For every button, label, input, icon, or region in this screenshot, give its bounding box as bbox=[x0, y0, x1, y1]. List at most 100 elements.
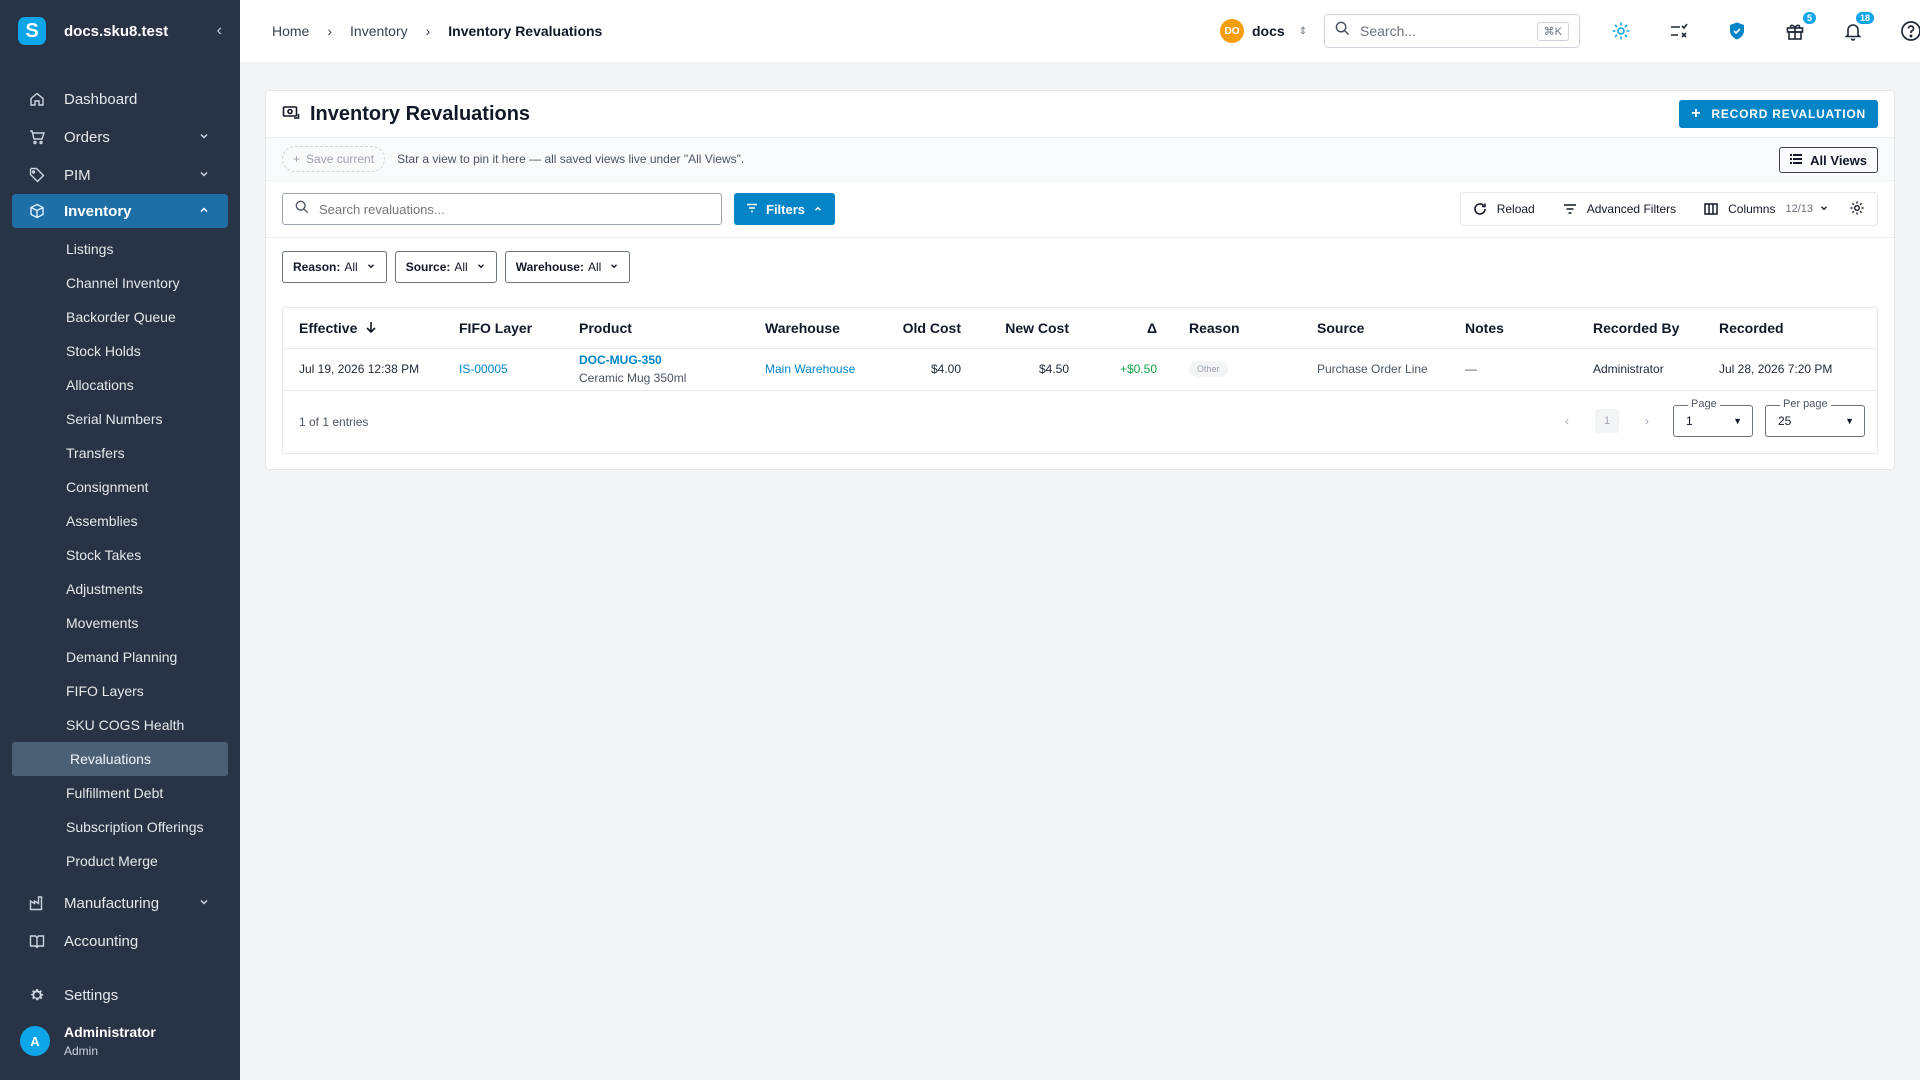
sub-item-consignment[interactable]: Consignment bbox=[0, 470, 240, 504]
col-old-cost[interactable]: Old Cost bbox=[879, 308, 977, 349]
col-new-cost[interactable]: New Cost bbox=[977, 308, 1085, 349]
org-switcher[interactable]: DO docs ⇕ bbox=[1220, 19, 1307, 43]
reason-filter-chip[interactable]: Reason: All bbox=[282, 250, 387, 283]
sub-item-fulfillment-debt[interactable]: Fulfillment Debt bbox=[0, 776, 240, 810]
save-current-view-button[interactable]: + Save current bbox=[282, 146, 386, 172]
columns-button[interactable]: Columns 12/13 bbox=[1704, 202, 1829, 216]
columns-count: 12/13 bbox=[1785, 203, 1813, 215]
nav-label: Manufacturing bbox=[64, 894, 160, 912]
nav-settings[interactable]: Settings bbox=[0, 976, 240, 1014]
breadcrumb-inventory[interactable]: Inventory bbox=[350, 23, 408, 39]
fifo-layer-link[interactable]: IS-00005 bbox=[459, 362, 508, 376]
col-delta[interactable]: Δ bbox=[1085, 308, 1173, 349]
all-views-button[interactable]: All Views bbox=[1779, 147, 1878, 173]
sub-item-sku-cogs-health[interactable]: SKU COGS Health bbox=[0, 708, 240, 742]
per-page-select[interactable]: Per page 25 ▼ bbox=[1765, 397, 1865, 437]
source-filter-chip[interactable]: Source: All bbox=[394, 250, 497, 283]
chevron-down-icon bbox=[609, 260, 619, 274]
collapse-sidebar-icon[interactable]: ‹ bbox=[217, 22, 222, 40]
sort-arrow-down-icon bbox=[365, 320, 377, 336]
sub-item-assemblies[interactable]: Assemblies bbox=[0, 504, 240, 538]
nav-orders[interactable]: Orders bbox=[0, 118, 240, 156]
chevron-up-icon bbox=[813, 202, 823, 217]
sub-item-stock-holds[interactable]: Stock Holds bbox=[0, 334, 240, 368]
chip-value: All bbox=[344, 259, 358, 274]
sub-item-transfers[interactable]: Transfers bbox=[0, 436, 240, 470]
col-recorded[interactable]: Recorded bbox=[1703, 308, 1877, 349]
col-reason[interactable]: Reason bbox=[1173, 308, 1301, 349]
col-fifo-layer[interactable]: FIFO Layer bbox=[443, 308, 563, 349]
nav-pim[interactable]: PIM bbox=[0, 156, 240, 194]
revaluation-icon bbox=[282, 103, 300, 126]
nav-dashboard[interactable]: Dashboard bbox=[0, 80, 240, 118]
gift-icon[interactable]: 5 bbox=[1782, 12, 1816, 44]
sub-item-revaluations[interactable]: Revaluations bbox=[12, 742, 228, 776]
inventory-submenu: Listings Channel Inventory Backorder Que… bbox=[0, 232, 240, 878]
sub-item-listings[interactable]: Listings bbox=[0, 232, 240, 266]
plus-icon: + bbox=[1691, 105, 1702, 122]
shield-icon[interactable] bbox=[1724, 18, 1750, 44]
prev-page-icon[interactable]: ‹ bbox=[1553, 414, 1581, 428]
columns-icon bbox=[1704, 202, 1718, 216]
col-effective[interactable]: Effective bbox=[283, 308, 443, 349]
sub-item-adjustments[interactable]: Adjustments bbox=[0, 572, 240, 606]
revaluation-search[interactable] bbox=[282, 193, 722, 225]
next-page-icon[interactable]: › bbox=[1633, 414, 1661, 428]
tasks-check-icon[interactable] bbox=[1666, 18, 1692, 44]
sub-item-product-merge[interactable]: Product Merge bbox=[0, 844, 240, 878]
help-icon[interactable] bbox=[1898, 18, 1920, 44]
sub-item-channel-inventory[interactable]: Channel Inventory bbox=[0, 266, 240, 300]
col-source[interactable]: Source bbox=[1301, 308, 1449, 349]
revaluation-search-input[interactable] bbox=[319, 201, 699, 217]
nav-manufacturing[interactable]: Manufacturing bbox=[0, 884, 240, 922]
avatar: A bbox=[20, 1026, 50, 1056]
col-warehouse[interactable]: Warehouse bbox=[749, 308, 879, 349]
table-tools: Reload Advanced Filters Columns 12/13 bbox=[1459, 192, 1878, 226]
sub-item-subscription-offerings[interactable]: Subscription Offerings bbox=[0, 810, 240, 844]
revaluations-table: Effective FIFO Layer Product Warehouse O… bbox=[282, 307, 1878, 454]
page-select[interactable]: Page 1 ▼ bbox=[1673, 397, 1753, 437]
record-revaluation-button[interactable]: + RECORD REVALUATION bbox=[1679, 100, 1878, 128]
sub-item-demand-planning[interactable]: Demand Planning bbox=[0, 640, 240, 674]
sub-item-allocations[interactable]: Allocations bbox=[0, 368, 240, 402]
global-search[interactable]: Search... ⌘K bbox=[1324, 14, 1580, 48]
nav-label: Accounting bbox=[64, 932, 139, 950]
settings-area: Settings bbox=[0, 976, 240, 1014]
col-product[interactable]: Product bbox=[563, 308, 749, 349]
col-recorded-by[interactable]: Recorded By bbox=[1577, 308, 1703, 349]
sub-item-serial-numbers[interactable]: Serial Numbers bbox=[0, 402, 240, 436]
quick-filter-chips: Reason: All Source: All Warehouse: All bbox=[266, 237, 1894, 295]
sub-item-backorder-queue[interactable]: Backorder Queue bbox=[0, 300, 240, 334]
user-profile[interactable]: A Administrator Admin bbox=[20, 1024, 156, 1058]
sub-item-movements[interactable]: Movements bbox=[0, 606, 240, 640]
ai-sparkle-icon[interactable] bbox=[1608, 18, 1634, 44]
cell-reason: Other bbox=[1173, 348, 1301, 391]
breadcrumb-home[interactable]: Home bbox=[272, 23, 309, 39]
box-icon bbox=[28, 202, 46, 220]
chevron-down-icon bbox=[366, 260, 376, 274]
revaluations-card: Inventory Revaluations + RECORD REVALUAT… bbox=[265, 90, 1895, 470]
warehouse-filter-chip[interactable]: Warehouse: All bbox=[504, 250, 631, 283]
top-icons: 5 18 bbox=[1608, 12, 1920, 44]
filters-button[interactable]: Filters bbox=[734, 193, 836, 225]
org-name: docs bbox=[1252, 23, 1285, 39]
filters-label: Filters bbox=[766, 201, 806, 217]
page-number-button[interactable]: 1 bbox=[1595, 408, 1619, 433]
advanced-filters-button[interactable]: Advanced Filters bbox=[1563, 202, 1676, 216]
product-sku-link[interactable]: DOC-MUG-350 bbox=[579, 353, 733, 367]
nav-accounting[interactable]: Accounting bbox=[0, 922, 240, 960]
table-settings-gear-icon[interactable] bbox=[1849, 200, 1865, 219]
col-label: Effective bbox=[299, 319, 358, 336]
nav-label: Settings bbox=[64, 986, 119, 1004]
table-row[interactable]: Jul 19, 2026 12:38 PM IS-00005 DOC-MUG-3… bbox=[283, 348, 1877, 391]
col-notes[interactable]: Notes bbox=[1449, 308, 1577, 349]
reload-button[interactable]: Reload bbox=[1473, 202, 1535, 216]
sub-item-stock-takes[interactable]: Stock Takes bbox=[0, 538, 240, 572]
warehouse-link[interactable]: Main Warehouse bbox=[765, 362, 855, 376]
per-page-select-value: 25 bbox=[1778, 413, 1792, 428]
sub-item-fifo-layers[interactable]: FIFO Layers bbox=[0, 674, 240, 708]
bell-icon[interactable]: 18 bbox=[1840, 12, 1874, 44]
advanced-filters-label: Advanced Filters bbox=[1586, 202, 1677, 216]
breadcrumb-separator: › bbox=[327, 23, 333, 39]
nav-inventory[interactable]: Inventory bbox=[12, 194, 228, 228]
